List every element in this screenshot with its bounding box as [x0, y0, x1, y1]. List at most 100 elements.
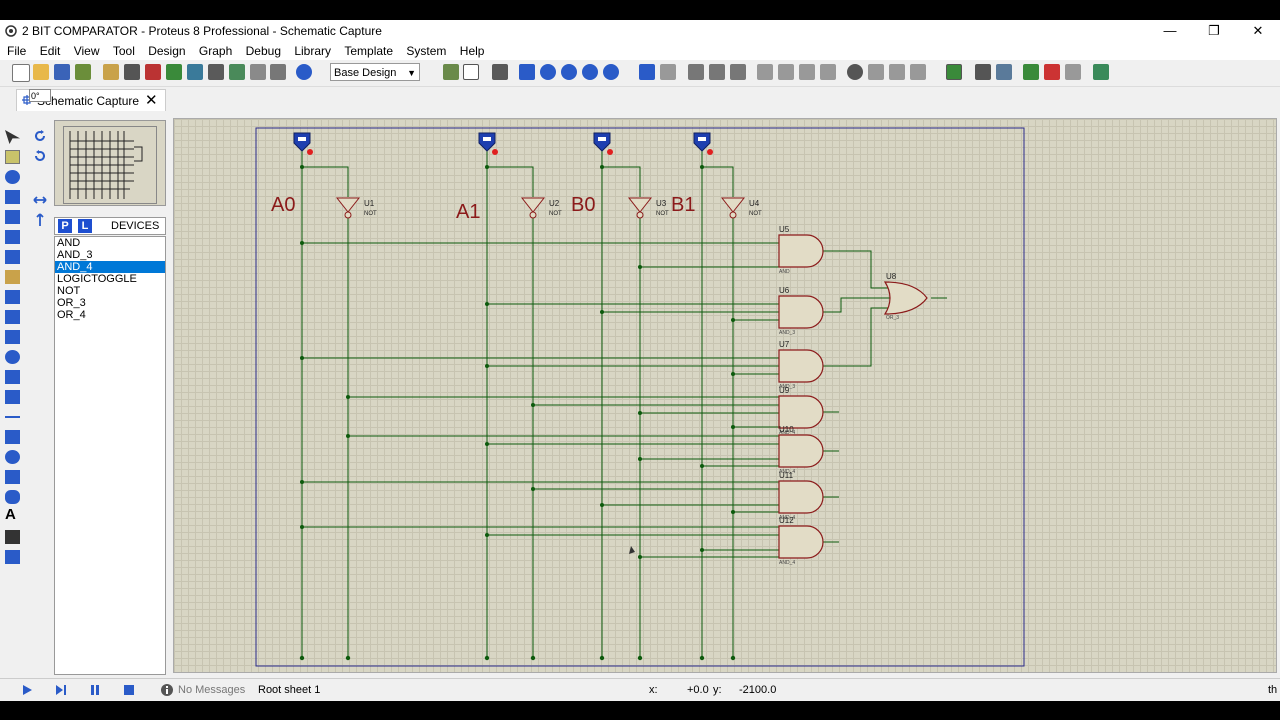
and-gate-u7[interactable]: U7AND_3	[778, 340, 824, 390]
cut-icon[interactable]	[688, 64, 704, 80]
undo-icon[interactable]	[639, 64, 655, 80]
source-code-icon[interactable]	[250, 64, 266, 80]
graph-mode-icon[interactable]	[5, 310, 20, 324]
rotate-anticlockwise-icon[interactable]	[32, 148, 48, 164]
menu-edit[interactable]: Edit	[35, 42, 66, 60]
box-tool-icon[interactable]	[5, 430, 20, 444]
voltage-probe-icon[interactable]	[5, 370, 20, 384]
and-gate-u5[interactable]: U5 AND	[778, 225, 824, 275]
list-item[interactable]: NOT	[55, 285, 165, 297]
library-manager-button[interactable]: L	[78, 219, 92, 233]
package-tool-icon[interactable]	[889, 64, 905, 80]
zoom-out-icon[interactable]	[561, 64, 577, 80]
zoom-in-icon[interactable]	[540, 64, 556, 80]
save-icon[interactable]	[54, 64, 70, 80]
menu-graph[interactable]: Graph	[194, 42, 237, 60]
subcircuit-icon[interactable]	[5, 250, 20, 264]
logic-toggle-a1[interactable]: A1	[456, 132, 498, 223]
device-pins-icon[interactable]	[5, 290, 20, 304]
play-icon[interactable]	[20, 683, 34, 697]
and-gate-u10[interactable]: U10AND_4	[778, 425, 824, 475]
component-mode-icon[interactable]	[5, 150, 20, 164]
home-icon[interactable]	[103, 64, 119, 80]
origin-icon[interactable]	[492, 64, 508, 80]
design-explorer-icon[interactable]	[229, 64, 245, 80]
list-item-selected[interactable]: AND_4	[55, 261, 165, 273]
new-sheet-icon[interactable]	[1023, 64, 1039, 80]
open-folder-icon[interactable]	[33, 64, 49, 80]
terminals-icon[interactable]	[5, 270, 20, 284]
menu-system[interactable]: System	[401, 42, 451, 60]
not-gate-u3[interactable]: U3 NOT	[627, 197, 669, 219]
list-item[interactable]: OR_3	[55, 297, 165, 309]
logic-toggle-b0[interactable]: B0	[571, 132, 613, 216]
remove-sheet-icon[interactable]	[1044, 64, 1060, 80]
block-copy-icon[interactable]	[757, 64, 773, 80]
wire-label-icon[interactable]	[5, 190, 20, 204]
schematic-icon[interactable]	[124, 64, 140, 80]
line-tool-icon[interactable]	[5, 416, 20, 418]
virtual-instruments-icon[interactable]	[5, 390, 20, 404]
refresh-icon[interactable]	[443, 64, 459, 80]
stop-icon[interactable]	[122, 683, 136, 697]
list-item[interactable]: AND_3	[55, 249, 165, 261]
block-move-icon[interactable]	[778, 64, 794, 80]
property-assign-icon[interactable]	[996, 64, 1012, 80]
and-gate-u6[interactable]: U6 AND_3	[778, 286, 824, 336]
list-item[interactable]: AND	[55, 237, 165, 249]
mirror-horizontal-icon[interactable]	[32, 192, 48, 208]
logic-toggle-a0[interactable]: A0	[271, 132, 313, 216]
rotation-angle-field[interactable]: 0°	[29, 89, 51, 102]
wire-autorouter-icon[interactable]	[946, 64, 962, 80]
logic-toggle-b1[interactable]: B1	[671, 132, 713, 216]
generator-icon[interactable]	[5, 350, 20, 364]
maximize-button[interactable]: ❐	[1192, 20, 1236, 42]
menu-library[interactable]: Library	[289, 42, 336, 60]
buses-icon[interactable]	[5, 230, 20, 244]
step-icon[interactable]	[54, 683, 68, 697]
notes-icon[interactable]	[270, 64, 286, 80]
mirror-vertical-icon[interactable]	[32, 212, 48, 228]
schematic-canvas[interactable]: A0 A1 B0 B1 U1 NOT U2 NOT U3 NOT U4 NOT U5 AND U6 AND…	[173, 118, 1277, 673]
or-gate-u8[interactable]: U8 OR_3	[883, 272, 928, 321]
bom-icon[interactable]	[208, 64, 224, 80]
minimize-button[interactable]: —	[1148, 20, 1192, 42]
marker-tool-icon[interactable]	[5, 550, 20, 564]
copy-icon[interactable]	[709, 64, 725, 80]
rotate-clockwise-icon[interactable]	[32, 128, 48, 144]
not-gate-u4[interactable]: U4 NOT	[720, 197, 762, 219]
symbol-tool-icon[interactable]	[5, 530, 20, 544]
text-script-icon[interactable]	[5, 210, 20, 224]
messages-status[interactable]: No Messages	[178, 684, 245, 696]
zoom-area-icon[interactable]	[603, 64, 619, 80]
and-gate-u12[interactable]: U12 AND_4	[778, 516, 824, 566]
selection-mode-icon[interactable]	[5, 130, 20, 144]
pick-device-icon[interactable]	[847, 64, 863, 80]
block-rotate-icon[interactable]	[799, 64, 815, 80]
menu-tool[interactable]: Tool	[108, 42, 140, 60]
not-gate-u1[interactable]: U1 NOT	[335, 197, 377, 219]
gerber-icon[interactable]	[166, 64, 182, 80]
junction-dot-icon[interactable]	[5, 170, 20, 184]
grid-toggle-icon[interactable]	[463, 64, 479, 80]
paste-icon[interactable]	[730, 64, 746, 80]
pan-icon[interactable]	[519, 64, 535, 80]
make-device-icon[interactable]	[868, 64, 884, 80]
overview-window[interactable]	[54, 120, 166, 206]
devices-list[interactable]: AND AND_3 AND_4 LOGICTOGGLE NOT OR_3 OR_…	[54, 236, 166, 675]
pick-devices-button[interactable]: P	[58, 219, 72, 233]
netlist-icon[interactable]	[1093, 64, 1109, 80]
menu-file[interactable]: File	[2, 42, 31, 60]
decompose-icon[interactable]	[910, 64, 926, 80]
menu-design[interactable]: Design	[143, 42, 190, 60]
tape-recorder-icon[interactable]	[5, 330, 20, 344]
arc-tool-icon[interactable]	[5, 470, 20, 484]
new-file-icon[interactable]	[12, 64, 30, 82]
import-icon[interactable]	[75, 64, 91, 80]
list-item[interactable]: OR_4	[55, 309, 165, 321]
help-icon[interactable]	[296, 64, 312, 80]
close-button[interactable]: ✕	[1236, 20, 1280, 42]
zoom-all-icon[interactable]	[582, 64, 598, 80]
redo-icon[interactable]	[660, 64, 676, 80]
menu-template[interactable]: Template	[339, 42, 398, 60]
